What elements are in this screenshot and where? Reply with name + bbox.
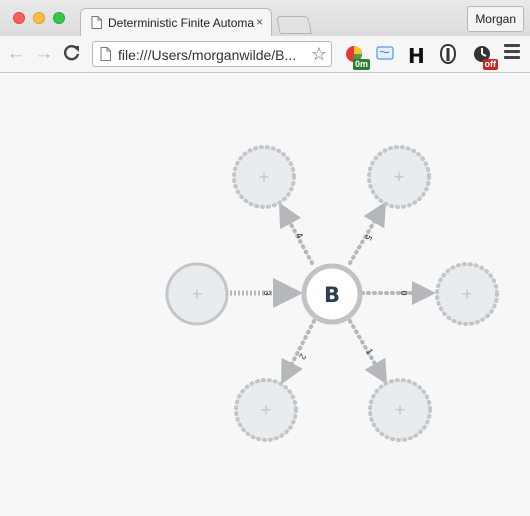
window-close-button[interactable] <box>13 12 25 24</box>
page-icon <box>100 47 111 66</box>
transition-edge-5[interactable]: 5 <box>348 201 387 265</box>
folder-extension-icon[interactable] <box>376 44 398 66</box>
clock-badge: off <box>482 59 498 70</box>
tab-active[interactable]: Deterministic Finite Automa × <box>80 8 272 36</box>
tab-title: Deterministic Finite Automa <box>108 16 254 30</box>
transition-edge-0[interactable]: 0 <box>360 281 436 305</box>
tab-strip: Deterministic Finite Automa × Morgan <box>0 0 530 36</box>
address-bar[interactable]: file:///Users/morganwilde/B... ☆ <box>92 41 332 67</box>
window-maximize-button[interactable] <box>53 12 65 24</box>
add-state-top-right[interactable]: + <box>367 145 431 209</box>
add-state-right[interactable]: + <box>435 262 499 326</box>
new-tab-button[interactable] <box>276 16 312 34</box>
plus-icon: + <box>462 284 473 304</box>
toolbar: ← → file:///Users/morganwilde/B... ☆ 0m <box>0 36 530 73</box>
browser-window: Deterministic Finite Automa × Morgan ← →… <box>0 0 530 516</box>
back-arrow-icon[interactable]: ← <box>6 44 26 64</box>
transition-edge-3[interactable]: 3 <box>230 278 303 308</box>
transition-edge-2[interactable]: 2 <box>281 319 316 385</box>
state-label: B <box>324 283 340 307</box>
transition-label-3: 3 <box>262 290 272 295</box>
add-state-top-left[interactable]: + <box>232 145 296 209</box>
window-minimize-button[interactable] <box>33 12 45 24</box>
plus-icon: + <box>395 400 406 420</box>
menu-icon[interactable] <box>504 44 520 62</box>
transition-edge-4[interactable]: 4 <box>279 202 314 265</box>
add-state-left[interactable]: + <box>165 262 229 326</box>
tab-close-icon[interactable]: × <box>256 15 263 29</box>
shield-extension-icon[interactable] <box>439 43 461 66</box>
transition-label-5: 5 <box>363 233 374 242</box>
h-extension-icon[interactable]: H <box>408 44 425 68</box>
page-content: 0 1 2 3 4 5 + + + + + + B <box>0 73 530 516</box>
add-state-bottom-right[interactable]: + <box>368 378 432 442</box>
timer-badge: 0m <box>352 59 370 70</box>
page-icon <box>91 16 102 34</box>
plus-icon: + <box>261 400 272 420</box>
plus-icon: + <box>192 284 203 304</box>
transition-edge-1[interactable]: 1 <box>348 319 388 385</box>
transition-label-0: 0 <box>399 290 409 295</box>
reload-icon[interactable] <box>62 44 82 64</box>
timer-extension-icon[interactable]: 0m <box>344 44 370 70</box>
plus-icon: + <box>394 167 405 187</box>
address-url[interactable]: file:///Users/morganwilde/B... <box>118 47 308 63</box>
automaton-canvas: 0 1 2 3 4 5 + + + + + + B <box>165 145 499 442</box>
add-state-bottom-left[interactable]: + <box>234 378 298 442</box>
forward-arrow-icon[interactable]: → <box>34 44 54 64</box>
plus-icon: + <box>259 167 270 187</box>
profile-button[interactable]: Morgan <box>467 6 524 32</box>
state-node-b[interactable]: B <box>301 263 363 325</box>
bookmark-star-icon[interactable]: ☆ <box>311 44 327 65</box>
clock-extension-icon[interactable]: off <box>472 44 498 70</box>
